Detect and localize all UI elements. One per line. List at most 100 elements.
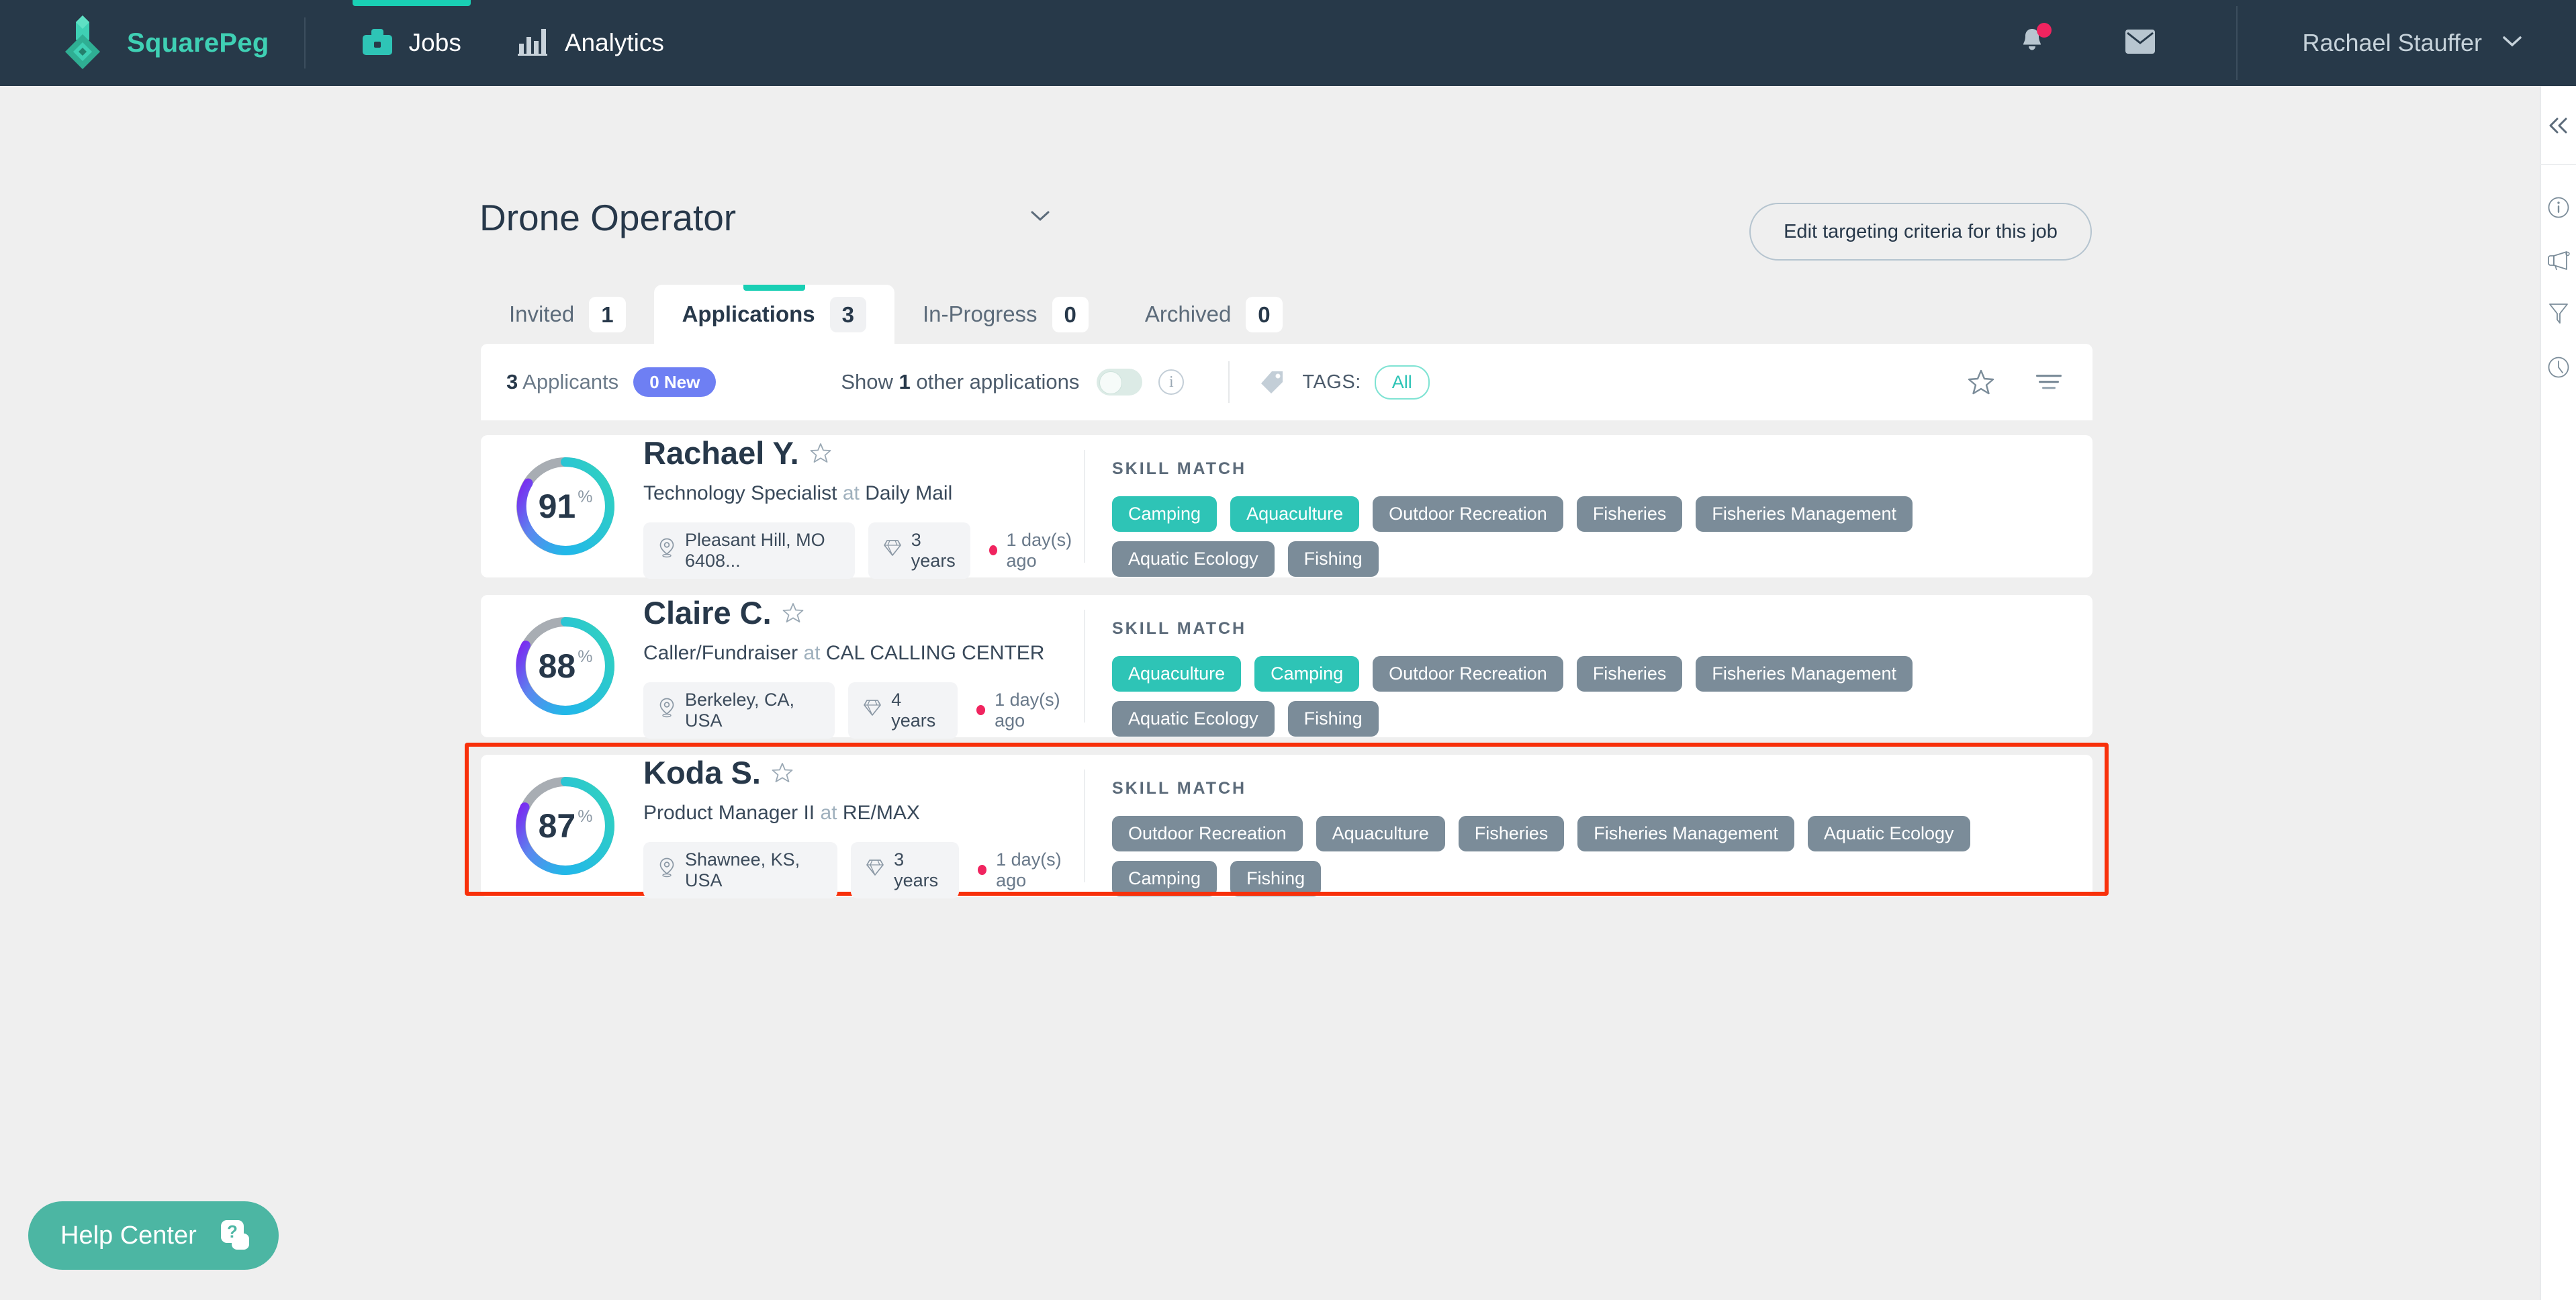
job-selector-chevron-down-icon[interactable]: [1030, 210, 1050, 226]
favorites-filter-star-icon[interactable]: [1968, 369, 1994, 395]
skill-tag[interactable]: Fisheries Management: [1696, 656, 1913, 692]
candidate-location-chip: Pleasant Hill, MO 6408...: [643, 522, 855, 579]
skill-tag-list: Aquaculture Camping Outdoor Recreation F…: [1112, 656, 2092, 746]
skill-tag[interactable]: Aquaculture: [1316, 816, 1445, 851]
skill-tag[interactable]: Outdoor Recreation: [1373, 496, 1563, 532]
location-pin-icon: [658, 538, 676, 563]
chevron-down-icon[interactable]: [2502, 36, 2522, 51]
tab-label-in-progress: In-Progress: [922, 301, 1038, 326]
skill-tag[interactable]: Fisheries Management: [1696, 496, 1913, 532]
diamond-icon: [883, 539, 902, 562]
candidate-info: Rachael Y. Technology Specialist at Dail…: [643, 434, 1085, 579]
funnel-filter-icon[interactable]: [2548, 302, 2569, 325]
candidate-skills-panel: SKILL MATCH Camping Aquaculture Outdoor …: [1085, 435, 2092, 577]
tab-in-progress[interactable]: In-Progress 0: [894, 285, 1117, 344]
skill-tag[interactable]: Camping: [1254, 656, 1360, 692]
match-score-percent-sign: %: [578, 488, 593, 506]
match-score-number: 88: [538, 647, 576, 685]
clock-icon[interactable]: [2547, 356, 2570, 379]
help-center-button[interactable]: Help Center ?: [28, 1201, 279, 1270]
candidate-meta-row: Shawnee, KS, USA 3 years 1 day(s) ago: [643, 841, 1085, 898]
skill-tag[interactable]: Fisheries: [1576, 656, 1683, 692]
candidate-experience-text: 3 years: [894, 849, 939, 890]
user-name-label: Rachael Stauffer: [2302, 29, 2482, 56]
show-other-prefix: Show: [841, 370, 893, 393]
nav-item-analytics[interactable]: Analytics: [490, 0, 692, 86]
show-other-applications-label: Show 1 other applications: [841, 370, 1079, 394]
skill-tag[interactable]: Aquatic Ecology: [1807, 816, 1970, 851]
skill-tag[interactable]: Fishing: [1287, 541, 1379, 577]
help-center-label: Help Center: [60, 1221, 197, 1250]
skill-tag[interactable]: Outdoor Recreation: [1373, 656, 1563, 692]
candidate-experience-text: 3 years: [911, 529, 956, 571]
match-score-donut: 91 %: [514, 455, 616, 557]
new-indicator-dot: [988, 545, 997, 555]
skill-tag[interactable]: Camping: [1112, 861, 1217, 896]
show-other-count: 1: [899, 370, 911, 393]
candidate-summary: 91 % Rachael Y. Technology Specialist at…: [481, 434, 1085, 579]
tab-invited[interactable]: Invited 1: [481, 285, 654, 344]
info-circle-icon[interactable]: [2547, 196, 2570, 219]
new-indicator-dot: [976, 705, 986, 715]
skill-tag[interactable]: Fisheries: [1458, 816, 1565, 851]
diamond-icon: [863, 698, 882, 722]
nav-item-jobs[interactable]: Jobs: [334, 0, 490, 86]
skill-tag[interactable]: Fisheries Management: [1577, 816, 1794, 851]
page-content: Drone Operator Edit targeting criteria f…: [0, 86, 2540, 1300]
skill-tag[interactable]: Fishing: [1287, 701, 1379, 737]
candidate-at-word: at: [842, 481, 860, 504]
toolbar-divider: [1228, 361, 1230, 403]
candidate-name-row: Rachael Y.: [643, 434, 1085, 471]
show-other-applications-toggle[interactable]: [1097, 369, 1143, 396]
messages-button[interactable]: [2125, 29, 2156, 58]
tag-icon: [1259, 369, 1285, 395]
candidate-card[interactable]: 87 % Koda S. Product Manager II at RE/MA…: [465, 743, 2109, 898]
toggle-knob-bar: [1109, 377, 1112, 387]
skill-tag[interactable]: Outdoor Recreation: [1112, 816, 1303, 851]
candidate-info: Koda S. Product Manager II at RE/MAX Sha…: [643, 754, 1085, 898]
tab-applications[interactable]: Applications 3: [653, 285, 894, 344]
candidate-card[interactable]: 88 % Claire C. Caller/Fundraiser at CAL …: [481, 595, 2092, 739]
info-icon[interactable]: i: [1158, 369, 1185, 395]
candidate-list: 91 % Rachael Y. Technology Specialist at…: [465, 434, 2109, 915]
candidate-role: Caller/Fundraiser at CAL CALLING CENTER: [643, 642, 1085, 665]
skill-tag[interactable]: Aquaculture: [1230, 496, 1360, 532]
candidate-experience-chip: 3 years: [851, 841, 959, 898]
svg-text:?: ?: [227, 1221, 238, 1242]
candidate-applied-ago-text: 1 day(s) ago: [995, 689, 1060, 731]
star-outline-icon[interactable]: [810, 443, 831, 463]
megaphone-icon[interactable]: [2546, 250, 2571, 271]
skill-tag[interactable]: Fishing: [1230, 861, 1322, 896]
star-outline-icon[interactable]: [772, 762, 793, 783]
squarepeg-logo-icon: [64, 14, 112, 72]
nav-right-divider: [2236, 6, 2238, 80]
edit-targeting-criteria-button[interactable]: Edit targeting criteria for this job: [1749, 203, 2092, 261]
candidate-experience-text: 4 years: [891, 689, 936, 731]
sort-lines-icon[interactable]: [2035, 372, 2063, 392]
candidate-role: Technology Specialist at Daily Mail: [643, 482, 1085, 505]
skill-tag[interactable]: Aquatic Ecology: [1112, 701, 1275, 737]
tab-label-archived: Archived: [1144, 301, 1232, 326]
location-pin-icon: [658, 857, 676, 882]
skill-match-heading: SKILL MATCH: [1112, 459, 1247, 478]
match-score-number: 87: [538, 807, 576, 845]
skill-tag[interactable]: Aquaculture: [1112, 656, 1242, 692]
candidate-card[interactable]: 91 % Rachael Y. Technology Specialist at…: [481, 434, 2092, 579]
match-score-value: 87 %: [514, 775, 616, 877]
skill-match-heading: SKILL MATCH: [1112, 619, 1247, 638]
tab-archived[interactable]: Archived 0: [1117, 285, 1311, 344]
notifications-button[interactable]: [2019, 22, 2052, 60]
tab-count-in-progress: 0: [1052, 296, 1089, 332]
skill-tag[interactable]: Aquatic Ecology: [1112, 541, 1275, 577]
star-outline-icon[interactable]: [782, 602, 804, 623]
tags-filter-all-chip[interactable]: All: [1374, 365, 1430, 400]
page-title: Drone Operator: [479, 197, 737, 238]
collapse-double-chevron-left-icon[interactable]: [2547, 117, 2570, 134]
primary-nav: Jobs Analytics: [334, 0, 692, 86]
nav-divider: [304, 17, 306, 68]
skill-tag[interactable]: Fisheries: [1576, 496, 1683, 532]
skill-match-heading: SKILL MATCH: [1112, 779, 1247, 798]
brand-logo-group[interactable]: SquarePeg: [64, 14, 269, 72]
candidate-location-text: Shawnee, KS, USA: [685, 849, 800, 890]
skill-tag[interactable]: Camping: [1112, 496, 1217, 532]
